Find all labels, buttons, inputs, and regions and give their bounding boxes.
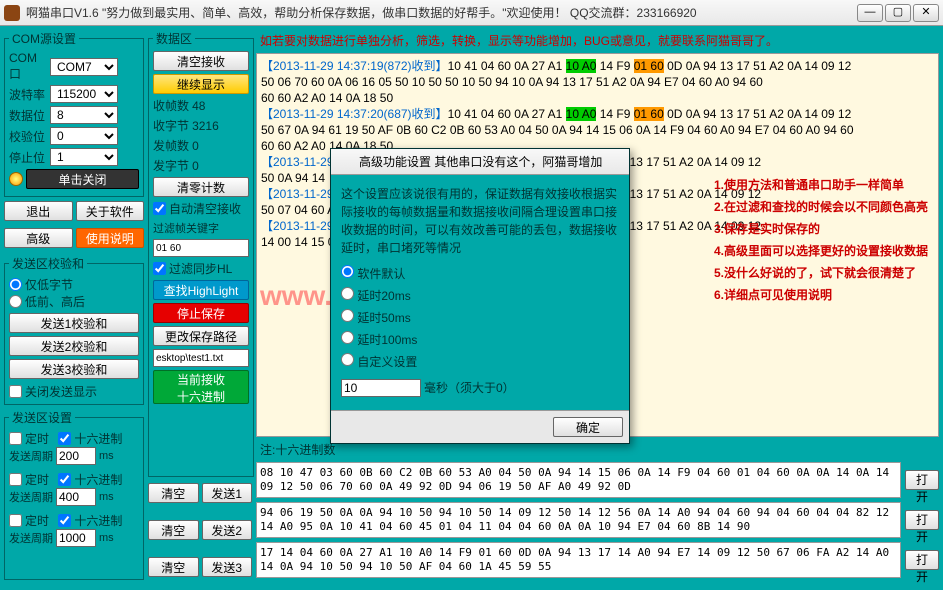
hex1-checkbox[interactable] (58, 432, 71, 445)
stop-save-button[interactable]: 停止保存 (153, 303, 249, 323)
filter-sync-checkbox[interactable] (153, 262, 166, 275)
tx-data-2[interactable]: 94 06 19 50 0A 0A 94 10 50 94 10 50 14 0… (256, 502, 901, 538)
data-label: 数据位 (9, 107, 47, 124)
send1-button[interactable]: 发送1 (202, 483, 253, 503)
find-highlight-button[interactable]: 查找HighLight (153, 280, 249, 300)
tx-data-1[interactable]: 08 10 47 03 60 0B 60 C2 0B 60 53 A0 04 5… (256, 462, 901, 498)
hex-rx-button[interactable]: 当前接收 十六进制 (153, 370, 249, 404)
open1-button[interactable]: 打开 (905, 470, 939, 490)
clear3-button[interactable]: 清空 (148, 557, 199, 577)
open2-button[interactable]: 打开 (905, 510, 939, 530)
delay100-radio[interactable] (341, 331, 354, 344)
close-button[interactable]: ✕ (913, 4, 939, 22)
auto-clear-checkbox[interactable] (153, 202, 166, 215)
parity-select[interactable]: 0 (50, 127, 118, 145)
about-button[interactable]: 关于软件 (76, 201, 145, 221)
send2-chk-button[interactable]: 发送2校验和 (9, 336, 139, 356)
custom-ms-input[interactable] (341, 379, 421, 397)
lowonly-radio[interactable] (9, 278, 22, 291)
stop-select[interactable]: 1 (50, 148, 118, 166)
save-path-input[interactable] (153, 349, 249, 367)
maximize-button[interactable]: ▢ (885, 4, 911, 22)
baud-select[interactable]: 115200 (50, 85, 118, 103)
feature-notes: 1.使用方法和普通串口助手一样简单 2.在过滤和查找的时候会以不同颜色高亮 3.… (714, 174, 928, 306)
data-select[interactable]: 8 (50, 106, 118, 124)
help-button[interactable]: 使用说明 (76, 228, 145, 248)
close-txdisp-checkbox[interactable] (9, 385, 22, 398)
app-icon (4, 5, 20, 21)
port-label: COM口 (9, 51, 47, 82)
toggle-port-button[interactable]: 单击关闭 (26, 169, 139, 189)
com-legend: COM源设置 (9, 30, 79, 47)
dialog-description: 这个设置应该说很有用的，保证数据有效接收根据实际接收的每帧数据量和数据接收间隔合… (341, 185, 619, 257)
tx-bytes-value: 0 (192, 159, 199, 173)
ok-button[interactable]: 确定 (553, 417, 623, 437)
titlebar: 啊猫串口V1.6 "努力做到最实用、简单、高效，帮助分析保存数据，做串口数据的好… (0, 0, 943, 26)
default-radio[interactable] (341, 265, 354, 278)
custom-radio[interactable] (341, 353, 354, 366)
period3-input[interactable] (56, 529, 96, 547)
clear2-button[interactable]: 清空 (148, 520, 199, 540)
baud-label: 波特率 (9, 86, 47, 103)
custom-ms-label: 毫秒（须大于0） (424, 379, 515, 397)
rx-frames-value: 48 (192, 99, 205, 113)
window-title: 啊猫串口V1.6 "努力做到最实用、简单、高效，帮助分析保存数据，做串口数据的好… (26, 4, 857, 21)
clear1-button[interactable]: 清空 (148, 483, 199, 503)
minimize-button[interactable]: — (857, 4, 883, 22)
dialog-title: 高级功能设置 其他串口没有这个，阿猫哥增加 (359, 153, 602, 170)
timer2-checkbox[interactable] (9, 473, 22, 486)
info-bar: 如若要对数据进行单独分析，筛选，转换，显示等功能增加，BUG或意见，就要联系阿猫… (256, 30, 939, 51)
send3-button[interactable]: 发送3 (202, 557, 253, 577)
rx-bytes-value: 3216 (192, 119, 219, 133)
period1-input[interactable] (56, 447, 96, 465)
hex2-checkbox[interactable] (58, 473, 71, 486)
port-select[interactable]: COM7 (50, 58, 118, 76)
tx-checksum-group: 发送区校验和 仅低字节 低前、高后 发送1校验和 发送2校验和 发送3校验和 关… (4, 255, 144, 405)
zero-count-button[interactable]: 清零计数 (153, 177, 249, 197)
txset-legend: 发送区设置 (9, 409, 75, 426)
continue-display-button[interactable]: 继续显示 (153, 74, 249, 94)
send3-chk-button[interactable]: 发送3校验和 (9, 359, 139, 379)
data-area-group: 数据区 清空接收 继续显示 收帧数 48 收字节 3216 发帧数 0 发字节 … (148, 30, 254, 477)
open3-button[interactable]: 打开 (905, 550, 939, 570)
txchk-legend: 发送区校验和 (9, 255, 87, 272)
lowhigh-radio[interactable] (9, 295, 22, 308)
advanced-button[interactable]: 高级 (4, 228, 73, 248)
send1-chk-button[interactable]: 发送1校验和 (9, 313, 139, 333)
period2-input[interactable] (56, 488, 96, 506)
timer1-checkbox[interactable] (9, 432, 22, 445)
delay50-radio[interactable] (341, 309, 354, 322)
parity-label: 校验位 (9, 128, 47, 145)
change-path-button[interactable]: 更改保存路径 (153, 326, 249, 346)
delay20-radio[interactable] (341, 287, 354, 300)
timer3-checkbox[interactable] (9, 514, 22, 527)
tx-frames-value: 0 (192, 139, 199, 153)
tx-settings-group: 发送区设置 定时 十六进制 发送周期ms 定时 十六进制 发送周期ms 定时 十… (4, 409, 144, 580)
dialog-icon (339, 155, 353, 169)
exit-button[interactable]: 退出 (4, 201, 73, 221)
status-led-icon (9, 172, 23, 186)
tx-data-3[interactable]: 17 14 04 60 0A 27 A1 10 A0 14 F9 01 60 0… (256, 542, 901, 578)
advanced-settings-dialog: 高级功能设置 其他串口没有这个，阿猫哥增加 这个设置应该说很有用的，保证数据有效… (330, 148, 630, 444)
clear-rx-button[interactable]: 清空接收 (153, 51, 249, 71)
hex3-checkbox[interactable] (58, 514, 71, 527)
filter-keyword-input[interactable] (153, 239, 249, 257)
dataarea-legend: 数据区 (153, 30, 195, 47)
send2-button[interactable]: 发送2 (202, 520, 253, 540)
stop-label: 停止位 (9, 149, 47, 166)
com-settings-group: COM源设置 COM口COM7 波特率115200 数据位8 校验位0 停止位1… (4, 30, 144, 197)
